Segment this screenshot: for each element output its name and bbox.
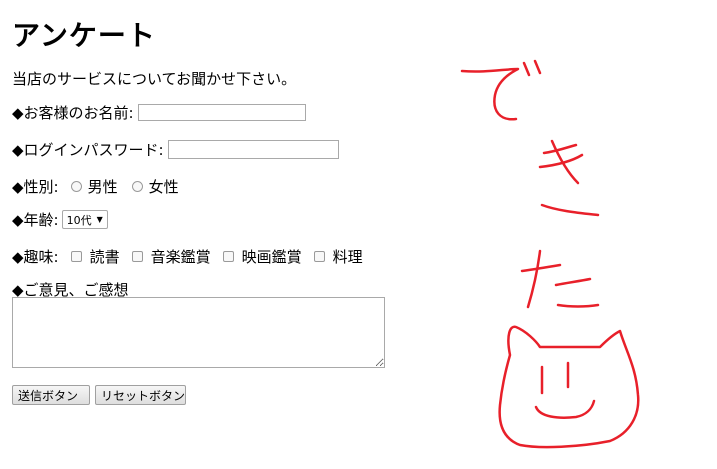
password-field[interactable] (167, 140, 339, 159)
scribble-stroke (540, 203, 600, 217)
hobby-option-movies: 映画鑑賞 (241, 248, 302, 266)
survey-page: アンケート 当店のサービスについてお聞かせ下さい。 ◆お客様のお名前: ◆ログイ… (0, 0, 717, 469)
comment-textarea[interactable] (12, 297, 385, 368)
hobby-checkbox-cooking[interactable] (313, 251, 325, 262)
intro-text: 当店のサービスについてお聞かせ下さい。 (12, 70, 297, 88)
scribble-stroke (534, 399, 596, 419)
hobby-checkbox-music[interactable] (131, 251, 143, 262)
password-row: ◆ログインパスワード: (12, 139, 339, 160)
gender-row: ◆性別: 男性 女性 (12, 176, 181, 197)
hobby-checkbox-reading[interactable] (70, 251, 82, 262)
gender-radio-female[interactable] (131, 181, 143, 192)
scribble-stroke (542, 143, 578, 155)
age-select[interactable]: 10代 ▼ (61, 210, 108, 229)
scribble-stroke (554, 277, 592, 287)
age-label: ◆年齢: (12, 211, 59, 229)
name-label: ◆お客様のお名前: (12, 104, 134, 122)
hobby-option-reading: 読書 (89, 248, 120, 266)
gender-label: ◆性別: (12, 178, 59, 196)
hobby-option-music: 音楽鑑賞 (150, 248, 211, 266)
hobby-row: ◆趣味: 読書 音楽鑑賞 映画鑑賞 料理 (12, 246, 365, 267)
chevron-down-icon: ▼ (96, 215, 103, 224)
gender-radio-male[interactable] (70, 181, 82, 192)
hobby-option-cooking: 料理 (332, 248, 363, 266)
page-title: アンケート (12, 19, 156, 52)
scribble-stroke (460, 67, 520, 121)
submit-button[interactable]: 送信ボタン (12, 385, 90, 405)
gender-option-female: 女性 (148, 178, 179, 196)
age-row: ◆年齢: 10代 ▼ (12, 209, 108, 230)
scribble-stroke (526, 249, 542, 309)
age-select-value: 10代 (66, 213, 92, 227)
password-label: ◆ログインパスワード: (12, 141, 164, 159)
scribble-stroke (522, 61, 531, 77)
reset-button[interactable]: リセットボタン (95, 385, 186, 405)
name-field[interactable] (137, 104, 306, 121)
name-row: ◆お客様のお名前: (12, 102, 306, 123)
gender-option-male: 男性 (87, 178, 118, 196)
scribble-stroke (556, 303, 600, 308)
hobby-checkbox-movies[interactable] (222, 251, 234, 262)
handwritten-annotation (460, 59, 640, 449)
scribble-stroke (520, 263, 562, 273)
scribble-stroke (533, 59, 542, 75)
hobby-label: ◆趣味: (12, 248, 59, 266)
